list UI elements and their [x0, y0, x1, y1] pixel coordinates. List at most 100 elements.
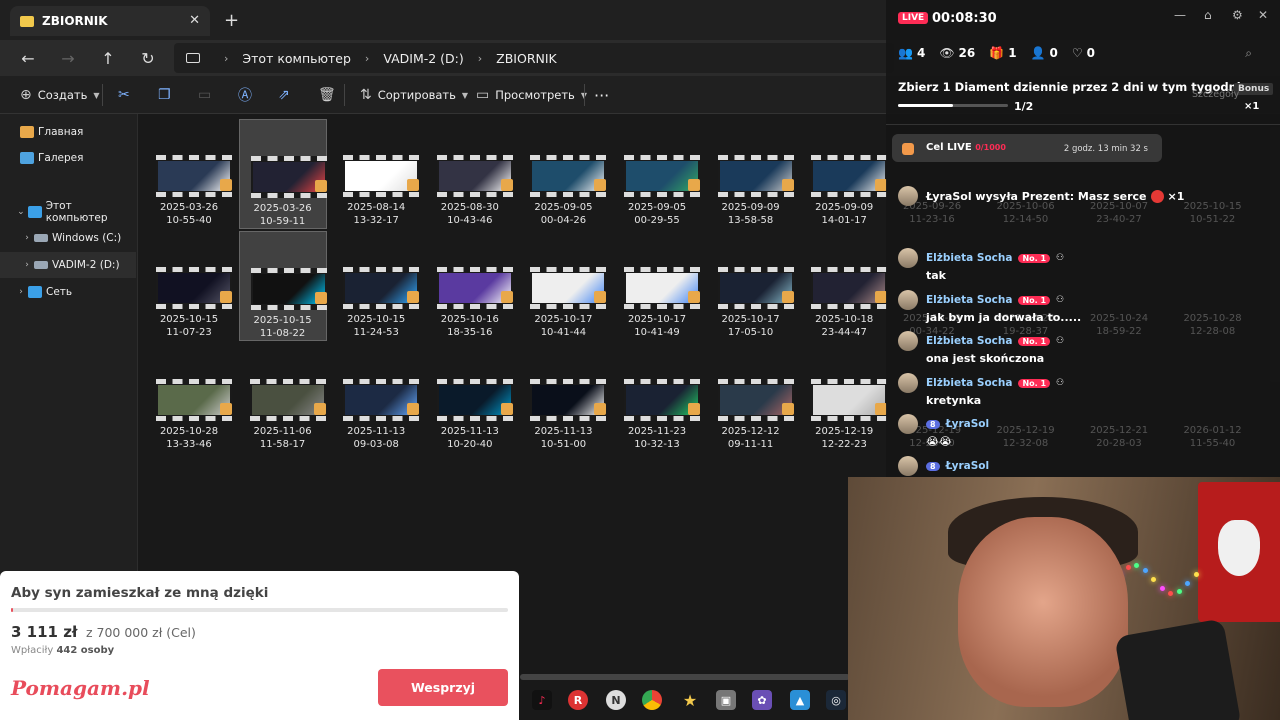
- chevron-down-icon[interactable]: ⌄: [14, 207, 28, 217]
- delete-button[interactable]: 🗑: [318, 84, 342, 106]
- file-item[interactable]: 2025-09-05 00-29-55: [613, 119, 701, 229]
- file-item[interactable]: 2025-10-15 11-24-53: [332, 231, 420, 341]
- file-item[interactable]: 2025-03-26 10-55-40: [145, 119, 233, 229]
- toolbar-divider: [102, 84, 103, 106]
- steam-icon[interactable]: ◎: [826, 690, 846, 710]
- file-item[interactable]: 2025-10-17 17-05-10: [707, 231, 795, 341]
- file-item[interactable]: 2025-03-26 10-59-11: [238, 119, 327, 229]
- file-item[interactable]: 2025-11-23 10-32-13: [613, 343, 701, 453]
- sidebar-item-vadim-d[interactable]: › VADIM-2 (D:): [0, 252, 136, 278]
- file-item[interactable]: 2025-10-15 11-07-23: [145, 231, 233, 341]
- file-item[interactable]: 2025-10-17 10-41-49: [613, 231, 701, 341]
- sidebar-item-windows-c[interactable]: › Windows (C:): [0, 225, 136, 251]
- photos-app-icon[interactable]: ▲: [790, 690, 810, 710]
- tab-zbiornik[interactable]: ZBIORNIK ✕: [10, 6, 210, 36]
- support-button[interactable]: Wesprzyj: [378, 669, 508, 706]
- file-item[interactable]: 2025-08-30 10-43-46: [426, 119, 514, 229]
- cut-button[interactable]: ✂: [118, 84, 136, 106]
- avatar[interactable]: [898, 373, 918, 393]
- paste-button[interactable]: ▭: [198, 84, 217, 106]
- sidebar-item-home[interactable]: Главная: [0, 119, 136, 145]
- chat-username[interactable]: Elżbieta Socha: [926, 335, 1012, 347]
- file-item[interactable]: 2025-09-09 14-01-17: [800, 119, 888, 229]
- file-name: 2025-10-15 11-08-22: [253, 315, 312, 339]
- sidebar-label: Главная: [38, 126, 84, 138]
- file-item[interactable]: 2025-10-17 10-41-44: [519, 231, 607, 341]
- sidebar-item-gallery[interactable]: Галерея: [0, 145, 136, 171]
- create-button[interactable]: ⊕ Создать ▼: [20, 84, 100, 106]
- box-app-icon[interactable]: ▣: [716, 690, 736, 710]
- light-bulb: [1134, 563, 1139, 569]
- file-item[interactable]: 2025-08-14 13-32-17: [332, 119, 420, 229]
- file-name: 2025-12-19 12-22-23: [815, 426, 874, 450]
- breadcrumb-drive[interactable]: VADIM-2 (D:): [383, 51, 463, 66]
- refresh-icon[interactable]: ↻: [136, 46, 160, 70]
- chat-username[interactable]: Elżbieta Socha: [926, 252, 1012, 264]
- minimize-icon[interactable]: —: [1174, 8, 1186, 22]
- file-item[interactable]: 2025-10-15 11-08-22: [238, 231, 327, 341]
- avatar[interactable]: [898, 414, 918, 434]
- close-icon[interactable]: ✕: [1258, 8, 1268, 22]
- more-options-icon[interactable]: ···: [594, 84, 609, 106]
- new-tab-button[interactable]: +: [224, 10, 239, 31]
- file-item[interactable]: 2025-11-13 10-51-00: [519, 343, 607, 453]
- horizontal-scrollbar[interactable]: [520, 674, 850, 680]
- chat-username[interactable]: ŁyraSol: [946, 460, 990, 472]
- settings-icon[interactable]: ⚙: [1232, 8, 1243, 22]
- sidebar-item-network[interactable]: › Сеть: [0, 279, 136, 305]
- video-play-icon: [500, 179, 513, 191]
- tiktok-icon[interactable]: ♪: [532, 690, 552, 710]
- chat-username[interactable]: ŁyraSol: [946, 418, 990, 430]
- close-tab-icon[interactable]: ✕: [189, 13, 200, 28]
- lock-icon[interactable]: ⌂: [1204, 8, 1212, 22]
- monitor-icon: [186, 53, 200, 63]
- view-button[interactable]: ▭ Просмотреть ▼: [476, 84, 587, 106]
- rename-button[interactable]: Ⓐ: [238, 84, 258, 106]
- live-goal-card[interactable]: Cel LIVE 0/1000 2 godz. 13 min 32 s: [892, 134, 1162, 162]
- breadcrumb[interactable]: › Этот компьютер › VADIM-2 (D:) › ZBIORN…: [174, 43, 894, 73]
- video-thumbnail: [156, 379, 232, 421]
- details-link[interactable]: Szczegóły: [1192, 89, 1239, 100]
- share-button[interactable]: ⇗: [278, 84, 296, 106]
- sort-button[interactable]: ⇅ Сортировать ▼: [360, 84, 468, 106]
- search-icon[interactable]: ⌕: [1245, 46, 1252, 61]
- bonus-badge[interactable]: Bonus: [1234, 83, 1274, 95]
- video-thumbnail: [717, 267, 794, 309]
- breadcrumb-folder[interactable]: ZBIORNIK: [496, 51, 557, 66]
- up-arrow-icon[interactable]: ↑: [96, 46, 120, 70]
- file-item[interactable]: 2025-12-19 12-22-23: [800, 343, 888, 453]
- donation-progress-bar: [11, 608, 508, 612]
- chevron-right-icon[interactable]: ›: [20, 260, 34, 270]
- copy-button[interactable]: ❐: [158, 84, 177, 106]
- chevron-right-icon[interactable]: ›: [20, 233, 34, 243]
- chat-username[interactable]: Elżbieta Socha: [926, 377, 1012, 389]
- chevron-right-icon[interactable]: ›: [14, 287, 28, 297]
- file-item[interactable]: 2025-11-06 11-58-17: [239, 343, 327, 453]
- avatar[interactable]: [898, 248, 918, 268]
- breadcrumb-this-pc[interactable]: Этот компьютер: [242, 51, 351, 66]
- file-item[interactable]: 2025-11-13 10-20-40: [426, 343, 514, 453]
- avatar[interactable]: [898, 331, 918, 351]
- goal-amount: z 700 000 zł (Cel): [85, 625, 196, 640]
- file-item[interactable]: 2025-10-28 13-33-46: [145, 343, 233, 453]
- file-item[interactable]: 2025-09-09 13-58-58: [707, 119, 795, 229]
- rank-badge: No. 1: [1018, 336, 1051, 346]
- file-item[interactable]: 2025-10-18 23-44-47: [800, 231, 888, 341]
- forward-arrow-icon[interactable]: →: [56, 46, 80, 70]
- app-n-icon[interactable]: N: [606, 690, 626, 710]
- back-arrow-icon[interactable]: ←: [16, 46, 40, 70]
- sidebar-item-this-pc[interactable]: ⌄ Этот компьютер: [0, 199, 136, 225]
- app-r-icon[interactable]: R: [568, 690, 588, 710]
- file-item[interactable]: 2025-10-16 18-35-16: [426, 231, 514, 341]
- paint-app-icon[interactable]: ✿: [752, 690, 772, 710]
- avatar[interactable]: [898, 290, 918, 310]
- file-item[interactable]: 2025-09-05 00-04-26: [519, 119, 607, 229]
- avatar[interactable]: [898, 186, 918, 206]
- avatar[interactable]: [898, 456, 918, 476]
- chrome-icon[interactable]: [642, 690, 662, 710]
- video-thumbnail: [624, 379, 700, 421]
- file-item[interactable]: 2025-12-12 09-11-11: [707, 343, 795, 453]
- star-app-icon[interactable]: ★: [680, 690, 700, 710]
- file-item[interactable]: 2025-11-13 09-03-08: [332, 343, 420, 453]
- chat-username[interactable]: Elżbieta Socha: [926, 294, 1012, 306]
